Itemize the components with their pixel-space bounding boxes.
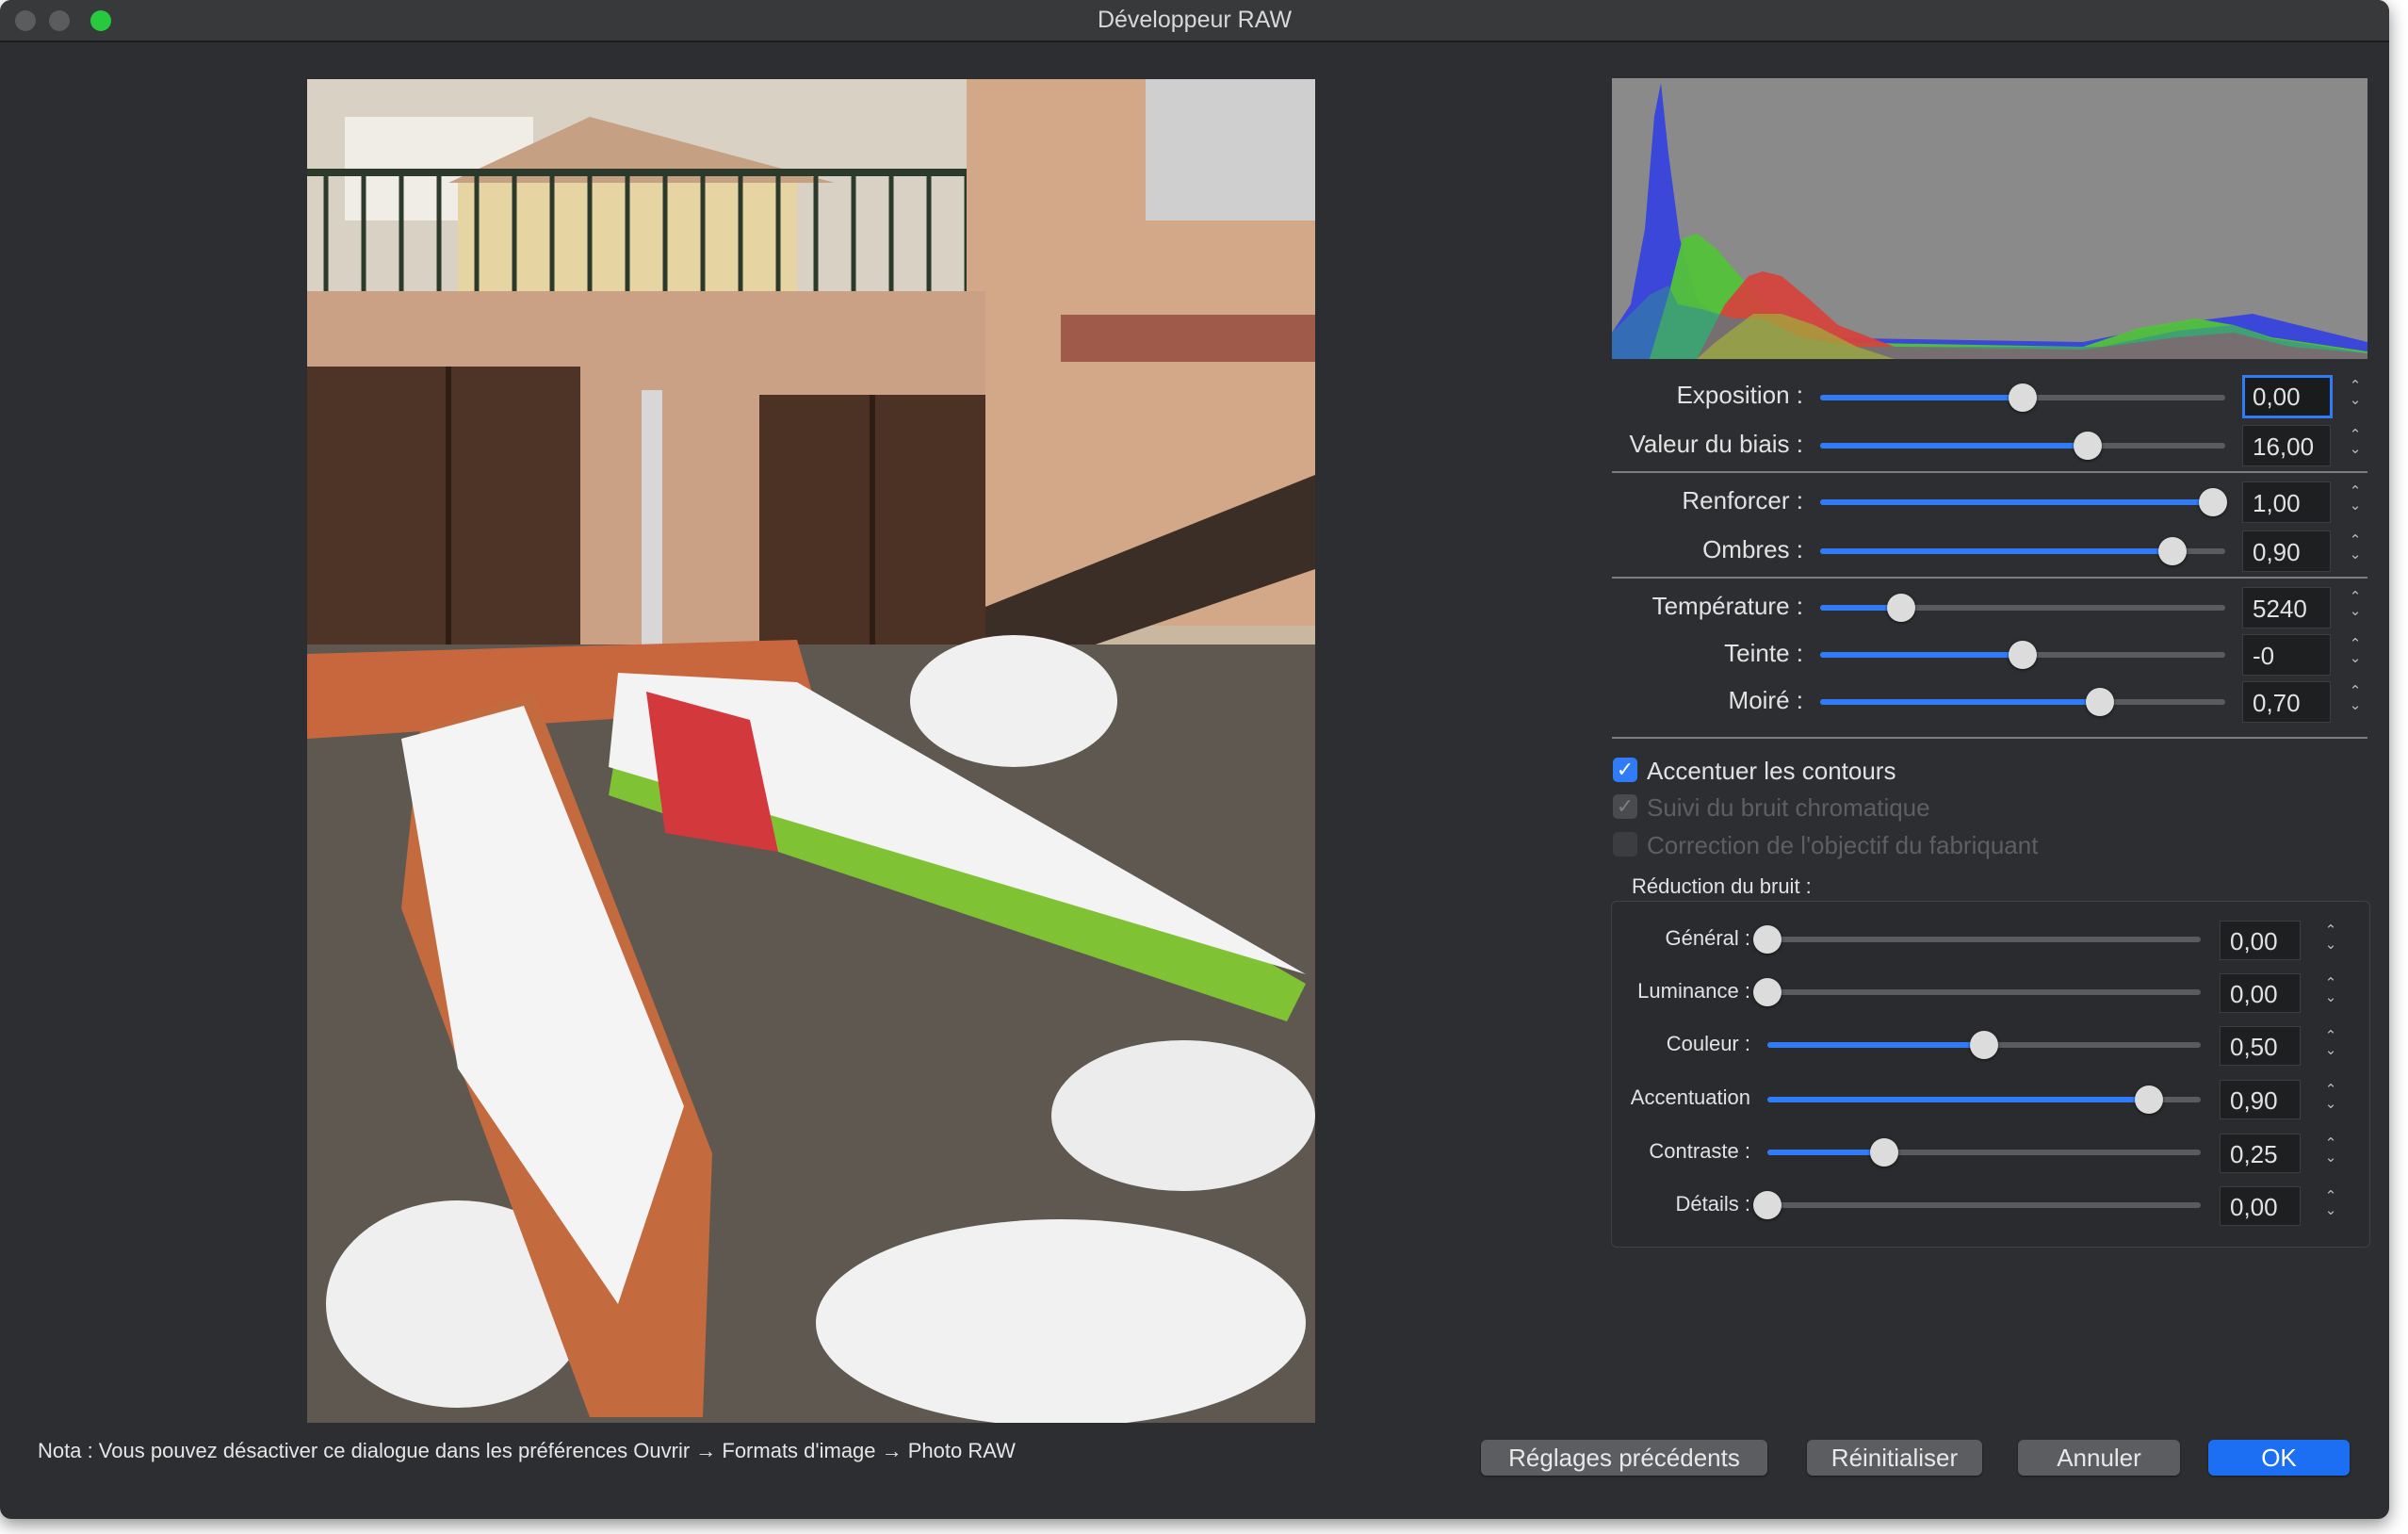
bias-slider-thumb[interactable] (2073, 432, 2102, 460)
title-bar: Développeur RAW (0, 0, 2389, 42)
reset-button[interactable]: Réinitialiser (1807, 1440, 1982, 1476)
nr-contrast-slider-thumb[interactable] (1870, 1138, 1899, 1167)
moire-stepper[interactable]: ⌃ ⌄ (2346, 684, 2365, 712)
previous-settings-button[interactable]: Réglages précédents (1481, 1440, 1767, 1476)
tint-field[interactable]: -0 (2242, 634, 2331, 676)
shadows-slider-thumb[interactable] (2158, 537, 2188, 565)
nr-contrast-label: Contraste : (1649, 1139, 1750, 1163)
reinforce-stepper[interactable]: ⌃ ⌄ (2346, 484, 2365, 513)
tint-stepper[interactable]: ⌃ ⌄ (2346, 637, 2365, 665)
reinforce-field[interactable]: 1,00 (2242, 481, 2331, 523)
temperature-stepper[interactable]: ⌃ ⌄ (2346, 590, 2365, 618)
nr-general-slider-thumb[interactable] (1753, 925, 1782, 954)
histogram (1612, 78, 2367, 359)
nr-luminance-stepper[interactable]: ⌃ ⌄ (2321, 976, 2340, 1004)
reinforce-slider-thumb[interactable] (2199, 488, 2228, 516)
reinforce-slider[interactable] (1820, 499, 2225, 505)
nr-contrast-slider[interactable] (1767, 1150, 2201, 1155)
moire-slider[interactable] (1820, 699, 2225, 705)
nr-details-slider[interactable] (1767, 1202, 2201, 1208)
nr-sharpening-label: Accentuation (1630, 1085, 1750, 1109)
cancel-button[interactable]: Annuler (2018, 1440, 2180, 1476)
moire-label: Moiré : (1728, 686, 1803, 714)
tint-slider-thumb[interactable] (2009, 641, 2037, 669)
temperature-label: Température : (1651, 592, 1803, 620)
nr-details-slider-thumb[interactable] (1753, 1191, 1782, 1219)
nr-color-label: Couleur : (1666, 1032, 1750, 1055)
nr-color-stepper[interactable]: ⌃ ⌄ (2321, 1029, 2340, 1057)
chroma-noise-label: Suivi du bruit chromatique (1647, 793, 1930, 822)
nr-details-label: Détails : (1675, 1192, 1750, 1216)
exposure-slider-thumb[interactable] (2009, 384, 2037, 412)
nr-general-field[interactable]: 0,00 (2220, 921, 2301, 960)
nr-luminance-label: Luminance : (1637, 979, 1750, 1003)
separator-1 (1612, 471, 2367, 473)
moire-field[interactable]: 0,70 (2242, 681, 2331, 723)
temperature-slider-thumb[interactable] (1887, 594, 1915, 622)
shadows-field[interactable]: 0,90 (2242, 530, 2331, 572)
separator-2 (1612, 577, 2367, 579)
nr-sharpening-field[interactable]: 0,90 (2220, 1080, 2301, 1119)
nr-general-slider[interactable] (1767, 937, 2201, 942)
lens-correction-label: Correction de l'objectif du fabriquant (1647, 831, 2039, 859)
nr-details-field[interactable]: 0,00 (2220, 1186, 2301, 1226)
window-title: Développeur RAW (1097, 7, 1293, 33)
sharpen-edges-checkbox[interactable]: ✓ (1613, 758, 1637, 782)
nr-general-label: Général : (1665, 926, 1751, 950)
bias-field[interactable]: 16,00 (2242, 425, 2331, 466)
exposure-stepper[interactable]: ⌃ ⌄ (2346, 379, 2365, 407)
separator-3 (1612, 737, 2367, 739)
exposure-field[interactable]: 0,00 (2242, 375, 2333, 418)
nr-contrast-field[interactable]: 0,25 (2220, 1134, 2301, 1173)
bias-label: Valeur du biais : (1629, 430, 1803, 458)
sharpen-edges-label: Accentuer les contours (1647, 757, 1896, 785)
photo-preview (307, 79, 1315, 1423)
reinforce-label: Renforcer : (1682, 486, 1803, 514)
nr-sharpening-stepper[interactable]: ⌃ ⌄ (2321, 1083, 2340, 1111)
nr-color-slider-thumb[interactable] (1970, 1031, 1998, 1059)
nr-details-stepper[interactable]: ⌃ ⌄ (2321, 1189, 2340, 1217)
moire-slider-thumb[interactable] (2085, 688, 2114, 716)
nr-color-field[interactable]: 0,50 (2220, 1026, 2301, 1066)
raw-developer-window: Développeur RAW Exposition: 0,00 ⌃ ⌄ Va… (0, 0, 2389, 1519)
chroma-noise-checkbox[interactable]: ✓ (1613, 794, 1637, 819)
bias-slider[interactable] (1820, 443, 2225, 449)
lens-correction-checkbox[interactable] (1613, 832, 1637, 857)
nr-sharpening-slider-thumb[interactable] (2134, 1085, 2163, 1114)
nr-luminance-slider-thumb[interactable] (1753, 978, 1782, 1006)
exposure-label: Exposition : (1676, 381, 1803, 409)
nr-contrast-stepper[interactable]: ⌃ ⌄ (2321, 1136, 2340, 1165)
tint-label: Teinte : (1724, 639, 1803, 667)
nr-luminance-field[interactable]: 0,00 (2220, 973, 2301, 1013)
noise-reduction-title: Réduction du bruit : (1632, 874, 1812, 898)
temperature-slider[interactable] (1820, 605, 2225, 611)
shadows-label: Ombres : (1702, 535, 1803, 563)
footer-note: Nota : Vous pouvez désactiver ce dialogu… (38, 1439, 1016, 1462)
nr-luminance-slider[interactable] (1767, 989, 2201, 995)
temperature-field[interactable]: 5240 (2242, 587, 2331, 628)
ok-button[interactable]: OK (2208, 1440, 2350, 1476)
nr-general-stepper[interactable]: ⌃ ⌄ (2321, 923, 2340, 952)
shadows-stepper[interactable]: ⌃ ⌄ (2346, 533, 2365, 562)
bias-stepper[interactable]: ⌃ ⌄ (2346, 428, 2365, 456)
